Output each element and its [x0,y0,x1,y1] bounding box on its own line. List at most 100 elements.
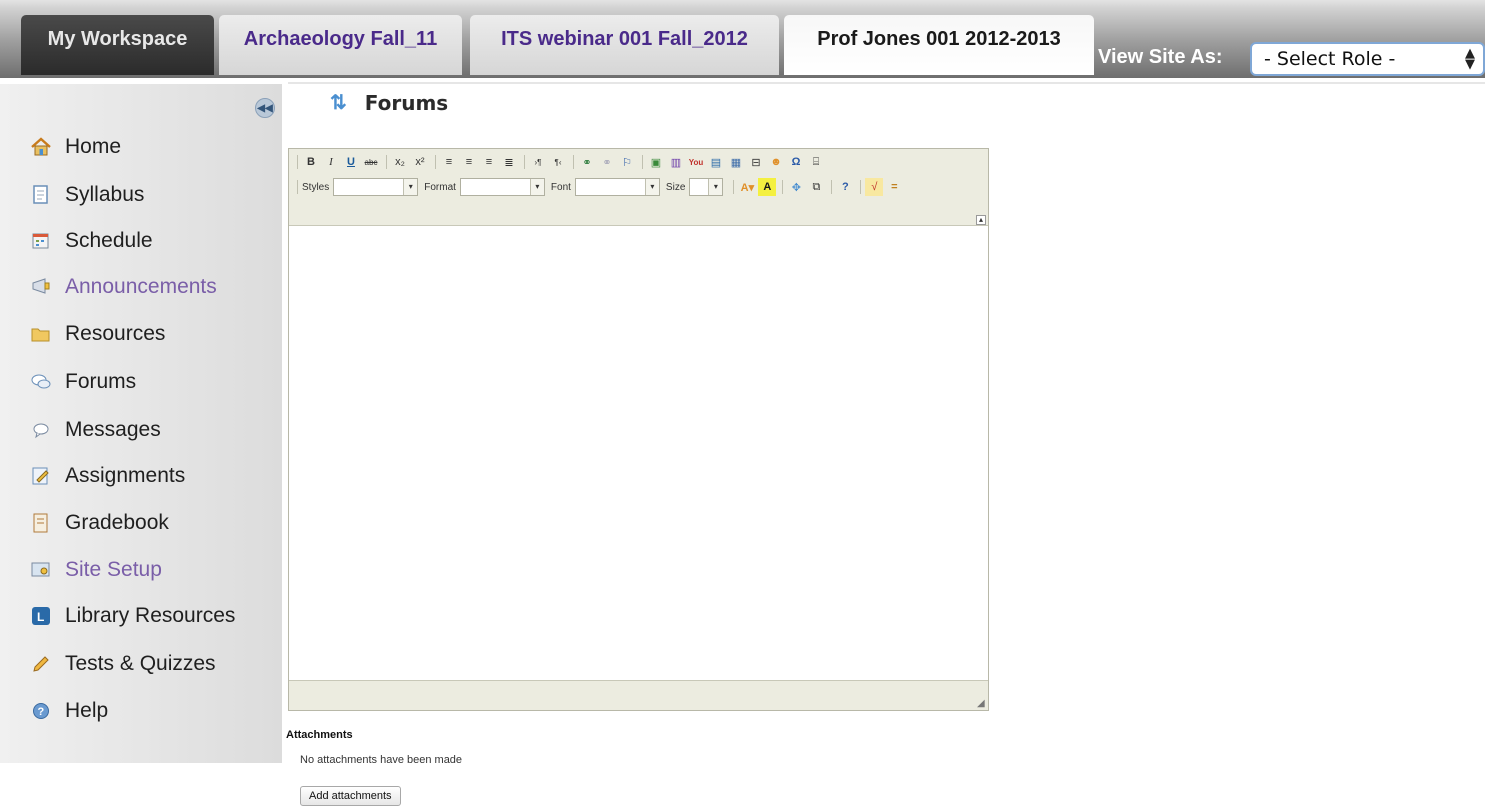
page-break-icon[interactable]: ⌸ [807,153,825,171]
syllabus-icon [30,184,52,206]
unlink-icon[interactable]: ⚭ [598,153,616,171]
tab-its-webinar[interactable]: ITS webinar 001 Fall_2012 [470,15,779,75]
format-combo[interactable]: Format ▾ [424,178,545,196]
image-icon[interactable]: ▣ [647,153,665,171]
align-center-icon[interactable]: ≡ [460,153,478,171]
attachments-heading: Attachments [286,729,353,741]
rich-text-editor: B I U abc x₂ x² ≡ ≡ ≡ ≣ ›¶ ¶‹ ⚭ ⚭ ⚐ ▣ ▥ … [288,148,989,711]
italic-icon[interactable]: I [322,153,340,171]
justify-icon[interactable]: ≣ [500,153,518,171]
equation-icon[interactable]: = [885,178,903,196]
styles-dropdown[interactable]: ▾ [333,178,419,196]
sidebar-item-gradebook[interactable]: Gradebook [30,506,169,540]
toolbar-separator [297,180,298,194]
strikethrough-icon[interactable]: abc [362,153,380,171]
sidebar-item-label: Site Setup [65,558,162,581]
attachments-empty-text: No attachments have been made [300,754,463,766]
resize-grip-icon[interactable]: ◢ [977,699,987,709]
toolbar-separator [831,180,833,194]
assignments-icon [30,465,52,487]
tab-archaeology-fall-11[interactable]: Archaeology Fall_11 [219,15,462,75]
tab-my-workspace[interactable]: My Workspace [21,15,214,75]
about-icon[interactable]: ? [836,178,854,196]
add-attachments-button[interactable]: Add attachments [300,786,401,806]
sidebar-item-forums[interactable]: Forums [30,365,136,399]
dropdown-arrow-icon: ▾ [529,179,544,195]
editor-content-area[interactable] [289,227,988,681]
sidebar-item-home[interactable]: Home [30,130,121,164]
sidebar-item-site-setup[interactable]: Site Setup [30,553,162,587]
youtube-icon[interactable]: You [687,153,705,171]
font-dropdown[interactable]: ▾ [574,178,660,196]
toolbar-collapse-icon[interactable]: ▴ [976,215,986,225]
calendar-icon [30,230,52,252]
dropdown-arrow-icon: ▾ [403,179,418,195]
format-dropdown[interactable]: ▾ [459,178,545,196]
size-combo[interactable]: Size ▾ [665,178,724,196]
sidebar-item-library-resources[interactable]: L Library Resources [30,599,235,633]
font-combo[interactable]: Font ▾ [551,178,660,196]
sidebar-item-announcements[interactable]: Announcements [30,270,217,304]
link-icon[interactable]: ⚭ [578,153,596,171]
forums-icon [30,371,52,393]
ltr-icon[interactable]: ›¶ [529,153,547,171]
sidebar-item-label: Announcements [65,275,217,298]
toolbar-row-2: Styles ▾ Format ▾ Font ▾ Size ▾ A▾ A ✥ ⧉ ? √… [293,177,905,197]
editor-status-bar: ◢ [289,680,988,710]
format-label: Format [424,181,456,193]
site-setup-icon [30,559,52,581]
align-right-icon[interactable]: ≡ [480,153,498,171]
styles-combo[interactable]: Styles ▾ [302,178,419,196]
smiley-icon[interactable]: ☻ [767,153,785,171]
maximize-icon[interactable]: ✥ [787,178,805,196]
folder-icon [30,323,52,345]
site-navigation-bar: My Workspace Archaeology Fall_11 ITS web… [0,0,1485,78]
page-title: Forums [364,90,449,115]
dropdown-arrow-icon: ▾ [644,179,659,195]
underline-icon[interactable]: U [342,153,360,171]
toolbar-separator [297,155,298,169]
sidebar-item-label: Messages [65,418,161,441]
size-dropdown[interactable]: ▾ [689,178,724,196]
sidebar-item-label: Assignments [65,464,186,487]
gradebook-icon [30,512,52,534]
sidebar-item-messages[interactable]: Messages [30,413,161,447]
refresh-icon[interactable]: ⇅ [330,90,347,115]
subscript-icon[interactable]: x₂ [391,153,409,171]
sidebar-item-label: Tests & Quizzes [65,652,216,675]
pencil-icon [30,653,52,675]
sidebar-item-resources[interactable]: Resources [30,317,165,351]
library-icon: L [30,605,52,627]
flash-icon[interactable]: ▥ [667,153,685,171]
bold-icon[interactable]: B [302,153,320,171]
math-icon[interactable]: √ [865,178,884,196]
horizontal-rule-icon[interactable]: ⊟ [747,153,765,171]
tab-prof-jones[interactable]: Prof Jones 001 2012-2013 [784,15,1094,75]
rtl-icon[interactable]: ¶‹ [549,153,567,171]
svg-text:?: ? [38,706,45,718]
sidebar-item-syllabus[interactable]: Syllabus [30,178,144,212]
toolbar-separator [573,155,574,169]
special-char-icon[interactable]: Ω [787,153,805,171]
sidebar-item-help[interactable]: ? Help [30,694,108,728]
sidebar-item-label: Library Resources [65,604,236,627]
sidebar-item-tests-quizzes[interactable]: Tests & Quizzes [30,647,216,681]
help-icon: ? [30,700,52,722]
collapse-left-icon[interactable]: ◀◀ [255,98,275,118]
anchor-flag-icon[interactable]: ⚐ [618,153,636,171]
align-left-icon[interactable]: ≡ [440,153,458,171]
role-select[interactable]: - Select Role - ▲ ▼ [1250,42,1485,76]
size-label: Size [665,181,686,193]
svg-text:L: L [37,610,44,624]
background-color-icon[interactable]: A [758,178,777,196]
page-header: ⇅ Forums [330,90,448,115]
text-color-icon[interactable]: A▾ [738,178,756,196]
show-blocks-icon[interactable]: ⧉ [807,178,825,196]
table-icon[interactable]: ▦ [727,153,745,171]
editor-toolbar: B I U abc x₂ x² ≡ ≡ ≡ ≣ ›¶ ¶‹ ⚭ ⚭ ⚐ ▣ ▥ … [289,149,988,226]
sidebar-item-schedule[interactable]: Schedule [30,224,153,258]
sidebar-item-label: Schedule [65,229,153,252]
superscript-icon[interactable]: x² [411,153,429,171]
sidebar-item-assignments[interactable]: Assignments [30,459,185,493]
media-icon[interactable]: ▤ [707,153,725,171]
